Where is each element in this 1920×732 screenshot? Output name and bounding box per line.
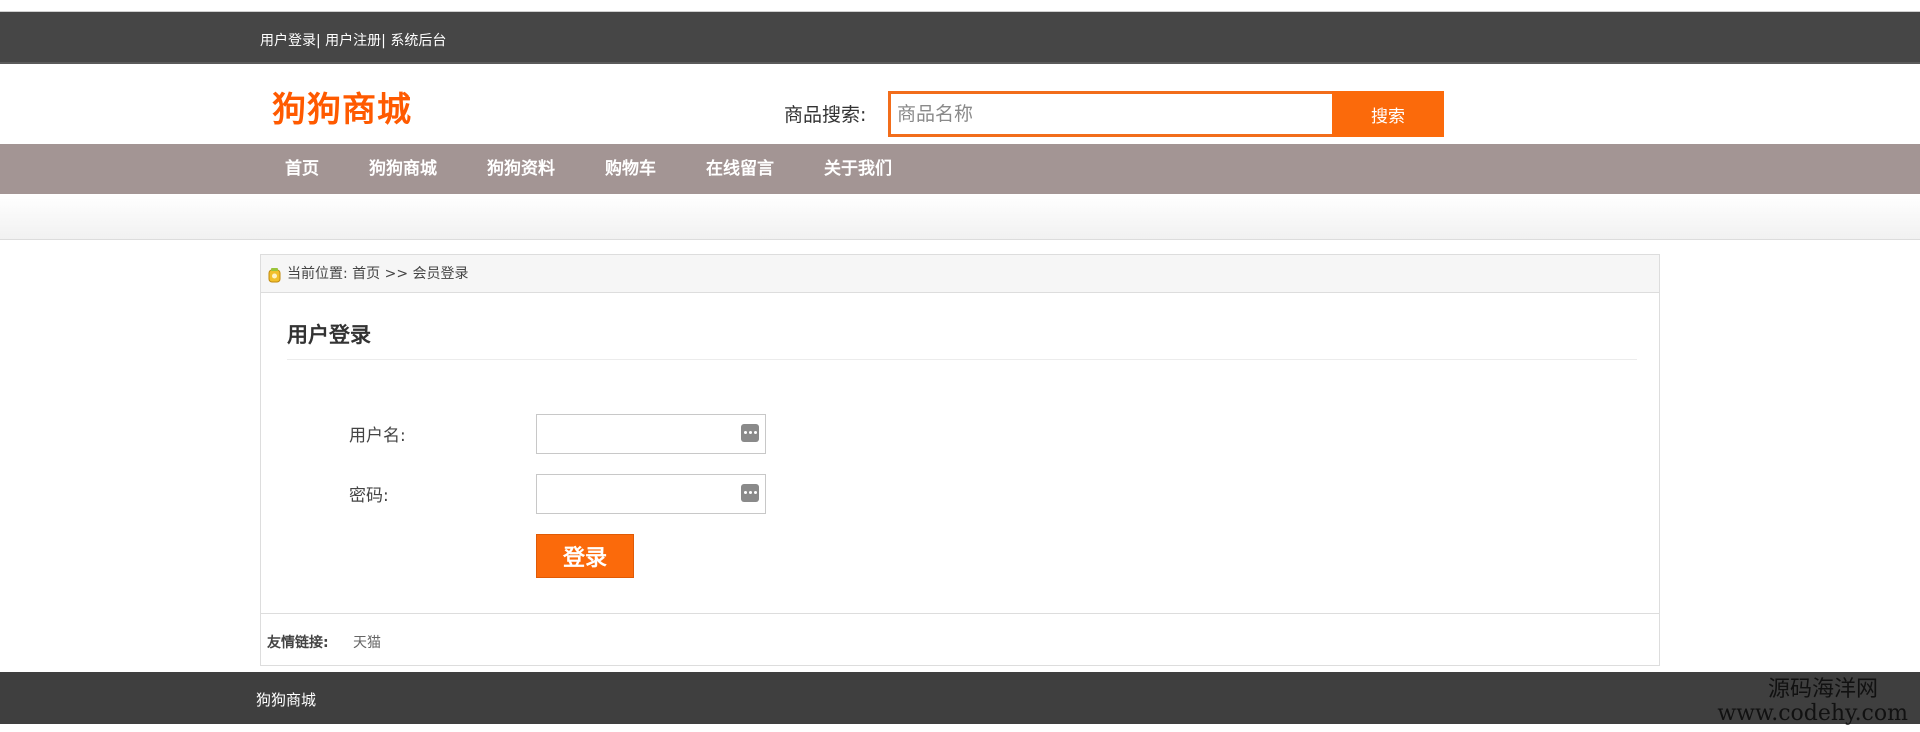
admin-link[interactable]: 系统后台 xyxy=(390,33,446,49)
link-separator: | xyxy=(381,33,391,49)
sub-band xyxy=(0,194,1920,240)
search-button[interactable]: 搜索 xyxy=(1332,91,1444,137)
divider xyxy=(287,359,1637,360)
top-bar: 用户登录| 用户注册| 系统后台 xyxy=(0,12,1920,64)
breadcrumb: 当前位置: 首页 >> 会员登录 xyxy=(261,255,1659,293)
breadcrumb-prefix: 当前位置: xyxy=(287,266,348,282)
top-links: 用户登录| 用户注册| 系统后台 xyxy=(260,30,446,50)
friend-links: 友情链接: 天猫 xyxy=(261,613,1659,665)
password-manager-icon[interactable] xyxy=(741,484,759,502)
footer-text: 狗狗商城 xyxy=(256,691,317,709)
site-logo[interactable]: 狗狗商城 xyxy=(272,82,412,131)
footer: 狗狗商城 源码海洋网 www.codehy.com xyxy=(0,672,1920,726)
link-separator: | xyxy=(316,33,326,49)
breadcrumb-path[interactable]: 首页 >> 会员登录 xyxy=(352,266,468,282)
watermark-line1: 源码海洋网 xyxy=(1767,677,1878,702)
watermark-line2: www.codehy.com xyxy=(1717,701,1908,726)
main-nav: 首页 狗狗商城 狗狗资料 购物车 在线留言 关于我们 xyxy=(0,144,1920,194)
nav-item-about[interactable]: 关于我们 xyxy=(799,144,917,194)
login-panel: 当前位置: 首页 >> 会员登录 用户登录 用户名: 密码: 登录 友情链接: … xyxy=(260,254,1660,666)
page-title: 用户登录 xyxy=(287,323,371,347)
location-icon xyxy=(268,268,281,283)
watermark: 源码海洋网 www.codehy.com xyxy=(1708,678,1908,726)
nav-item-cart[interactable]: 购物车 xyxy=(580,144,681,194)
username-field[interactable] xyxy=(536,414,766,454)
friend-link-tmall[interactable]: 天猫 xyxy=(353,632,381,652)
password-manager-icon[interactable] xyxy=(741,424,759,442)
register-link[interactable]: 用户注册 xyxy=(325,33,381,49)
top-border xyxy=(0,0,1920,12)
search-label: 商品搜索: xyxy=(784,104,867,126)
nav-item-home[interactable]: 首页 xyxy=(260,144,344,194)
username-label: 用户名: xyxy=(349,426,406,446)
friend-links-label: 友情链接: xyxy=(267,635,329,651)
login-button[interactable]: 登录 xyxy=(536,534,634,578)
nav-item-dog-info[interactable]: 狗狗资料 xyxy=(462,144,580,194)
password-field[interactable] xyxy=(536,474,766,514)
header: 狗狗商城 商品搜索: 搜索 xyxy=(0,64,1920,144)
nav-item-shop[interactable]: 狗狗商城 xyxy=(344,144,462,194)
search-box: 搜索 xyxy=(888,91,1444,137)
password-label: 密码: xyxy=(349,486,389,506)
login-link[interactable]: 用户登录 xyxy=(260,33,316,49)
search-input[interactable] xyxy=(891,94,1330,134)
nav-item-guestbook[interactable]: 在线留言 xyxy=(681,144,799,194)
